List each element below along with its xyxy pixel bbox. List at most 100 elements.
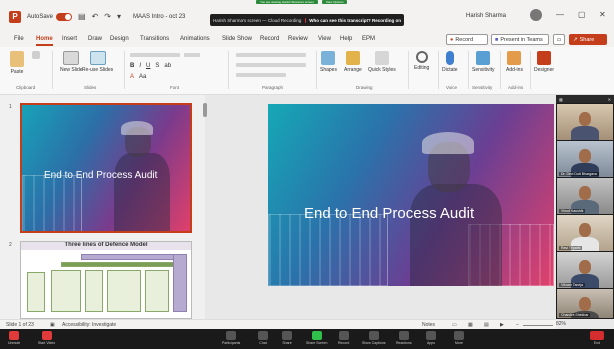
accessibility-status[interactable]: Accessibility: Investigate	[62, 322, 116, 328]
font-size-box[interactable]	[184, 53, 200, 57]
font-name-box[interactable]	[130, 53, 180, 57]
participant-panel-header: ▦ ✕	[556, 95, 614, 103]
tab-help[interactable]: Help	[340, 36, 352, 42]
main-slide-canvas[interactable]: End to End Process Audit	[268, 104, 554, 286]
zoom-level[interactable]: 82%	[556, 321, 566, 327]
group-separator	[316, 51, 317, 89]
viewing-label: You are viewing Harish Sharma's screen	[256, 0, 318, 4]
show-captions-button[interactable]: Show Captions	[362, 331, 386, 345]
more-button[interactable]: More	[454, 331, 464, 345]
diagram-box	[145, 270, 169, 312]
tab-record[interactable]: Record	[260, 36, 279, 42]
autosave-toggle[interactable]: On	[56, 12, 73, 21]
apps-button[interactable]: Apps	[426, 331, 436, 345]
participant-name: Dr. Devi Dutt Bhargava	[559, 172, 599, 176]
participant-tile[interactable]	[557, 104, 613, 140]
tab-animations[interactable]: Animations	[180, 36, 210, 42]
redo-icon[interactable]: ↷	[104, 12, 111, 21]
slide-thumbnail-2[interactable]: Three lines of Defence Model	[20, 241, 192, 319]
text-direction-row[interactable]	[236, 73, 286, 77]
share-screen-button[interactable]: Share Screen	[306, 331, 327, 345]
tab-transitions[interactable]: Transitions	[140, 36, 169, 42]
group-separator	[52, 51, 53, 89]
participant-tile[interactable]: Vinod Kaushik	[557, 178, 613, 214]
tab-design[interactable]: Design	[110, 36, 129, 42]
tab-review[interactable]: Review	[288, 36, 308, 42]
add-ins-group-label: Add-ins	[508, 85, 524, 90]
tab-file[interactable]: File	[14, 36, 24, 42]
add-ins-button[interactable]: Add-ins	[506, 51, 523, 73]
reactions-button[interactable]: Reactions	[396, 331, 412, 345]
paste-button[interactable]: Paste	[10, 51, 24, 75]
alignment-row[interactable]	[236, 63, 306, 67]
present-in-teams-button[interactable]: ■ Present in Teams	[491, 34, 549, 45]
participants-button[interactable]: Participants	[222, 331, 240, 345]
new-slide-button[interactable]: New Slide	[60, 51, 83, 73]
gallery-view-icon[interactable]: ▦	[559, 97, 563, 102]
char-spacing-button[interactable]: ab	[164, 63, 171, 69]
reuse-slides-button[interactable]: Re-use Slides	[82, 51, 113, 73]
thumbnail-scrollbar[interactable]	[203, 103, 207, 117]
bold-button[interactable]: B	[130, 63, 134, 69]
tab-view[interactable]: View	[318, 36, 331, 42]
share-button[interactable]: ↗ Share	[569, 34, 607, 45]
chat-button[interactable]: Chat	[258, 331, 268, 345]
ribbon: Paste Clipboard New Slide Re-use Slides …	[0, 47, 614, 95]
maximize-icon[interactable]: ▢	[578, 10, 586, 19]
participant-tile[interactable]: Chandra Shekhar	[557, 289, 613, 318]
comments-button[interactable]: ▭	[553, 34, 565, 45]
dictate-button[interactable]: Dictate	[442, 51, 458, 73]
sensitivity-button[interactable]: Sensitivity	[472, 51, 495, 73]
view-options-button[interactable]: View Options	[321, 0, 348, 4]
record-button[interactable]: ● Record	[446, 34, 488, 45]
font-color-button[interactable]: A	[130, 74, 134, 80]
end-meeting-button[interactable]: End	[590, 331, 604, 345]
unmute-button[interactable]: Unmute	[8, 331, 20, 345]
slide-title[interactable]: End to End Process Audit	[304, 205, 474, 222]
panel-close-icon[interactable]: ✕	[608, 97, 611, 102]
tab-home[interactable]: Home	[36, 36, 53, 46]
language-icon[interactable]: ▣	[50, 322, 55, 328]
apps-icon	[426, 331, 436, 340]
clipboard-group-label: Clipboard	[16, 85, 36, 90]
underline-button[interactable]: U	[146, 63, 150, 69]
participant-tile[interactable]: Vikram Taneja	[557, 252, 613, 288]
slide-sorter-icon[interactable]: ▦	[468, 322, 473, 328]
tab-insert[interactable]: Insert	[62, 36, 77, 42]
zoom-record-button[interactable]: Record	[338, 331, 349, 345]
user-avatar[interactable]	[530, 9, 542, 21]
quick-styles-button[interactable]: Quick Styles	[368, 51, 396, 73]
normal-view-icon[interactable]: ▭	[452, 322, 457, 328]
slide-hardhat	[121, 121, 153, 135]
designer-button[interactable]: Designer	[534, 51, 554, 73]
reading-view-icon[interactable]: ▤	[484, 322, 489, 328]
tab-slide-show[interactable]: Slide Show	[222, 36, 252, 42]
zoom-out-icon[interactable]: −	[516, 322, 519, 328]
close-icon[interactable]: ✕	[599, 10, 606, 19]
start-video-button[interactable]: Start Video	[38, 331, 55, 345]
slide-thumbnail-1[interactable]: End to End Process Audit	[20, 103, 192, 233]
save-icon[interactable]: ▤	[78, 12, 86, 21]
minimize-icon[interactable]: —	[556, 10, 564, 19]
tab-draw[interactable]: Draw	[88, 36, 102, 42]
tab-epm[interactable]: EPM	[362, 36, 375, 42]
arrange-button[interactable]: Arrange	[344, 51, 362, 73]
shapes-button[interactable]: Shapes	[320, 51, 337, 73]
strikethrough-button[interactable]: S	[155, 63, 159, 69]
editing-button[interactable]: Editing	[414, 51, 429, 71]
add-ins-icon	[507, 51, 522, 65]
slideshow-view-icon[interactable]: ▶	[500, 322, 504, 328]
customize-qat-icon[interactable]: ▾	[117, 12, 121, 21]
notes-button[interactable]: Notes	[422, 322, 435, 328]
bullets-row[interactable]	[236, 53, 306, 57]
change-case-button[interactable]: Aa	[139, 74, 146, 80]
transcript-question[interactable]: Who can see this transcript? Recording o…	[309, 18, 401, 23]
zoom-slider[interactable]	[523, 325, 553, 326]
undo-icon[interactable]: ↶	[92, 12, 99, 21]
participant-tile[interactable]: Ravi Tripathi	[557, 215, 613, 251]
share-button-zoom[interactable]: Share	[282, 331, 292, 345]
cut-button[interactable]	[32, 51, 40, 61]
zoom-view-options: You are viewing Harish Sharma's screen V…	[256, 0, 348, 4]
italic-button[interactable]: I	[139, 63, 141, 69]
participant-tile[interactable]: Dr. Devi Dutt Bhargava	[557, 141, 613, 177]
